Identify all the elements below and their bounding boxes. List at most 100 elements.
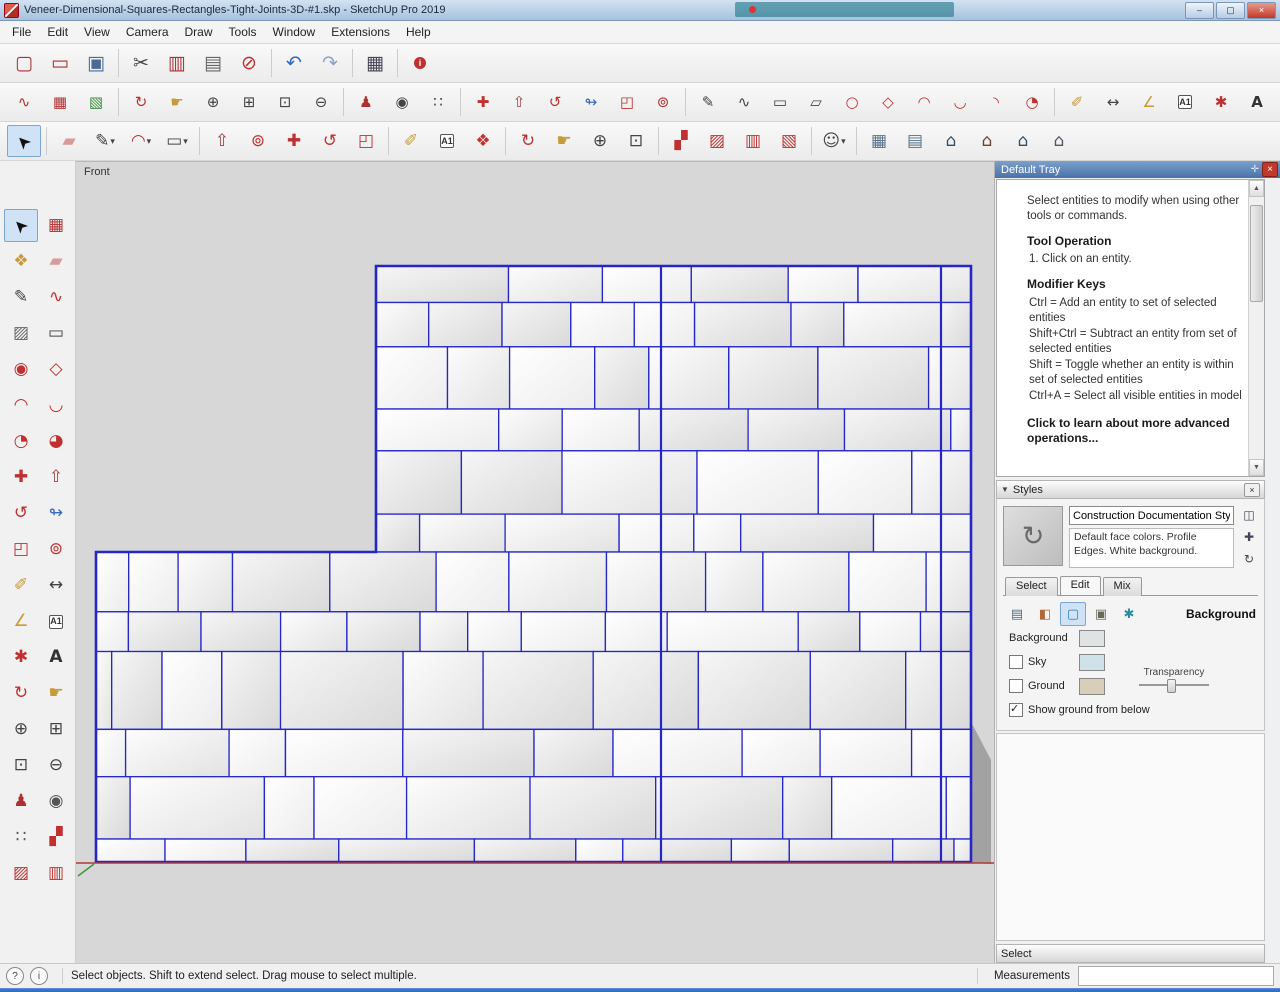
select-section-header[interactable]: Select (996, 944, 1265, 963)
menu-view[interactable]: View (76, 22, 118, 42)
arc[interactable]: ◠ (907, 86, 941, 118)
dropdown-caret-icon[interactable]: ▾ (147, 136, 152, 147)
edge-settings[interactable]: ▤ (1004, 602, 1030, 626)
scale[interactable]: ◰ (610, 86, 644, 118)
protractor[interactable]: ∠ (1132, 86, 1166, 118)
orbit[interactable]: ↻ (124, 86, 158, 118)
two-point-arc[interactable]: ◡ (39, 389, 73, 422)
two-point-arc[interactable]: ◡ (943, 86, 977, 118)
shed[interactable]: ⌂ (1042, 125, 1076, 157)
scale[interactable]: ◰ (4, 533, 38, 566)
style-name-input[interactable] (1069, 506, 1234, 525)
freehand[interactable]: ∿ (727, 86, 761, 118)
eraser[interactable]: ▰ (39, 245, 73, 278)
tab-mix[interactable]: Mix (1102, 577, 1142, 596)
section-plane[interactable]: ▞ (39, 821, 73, 854)
tab-select[interactable]: Select (1005, 577, 1058, 596)
push-pull[interactable]: ⇧ (205, 125, 239, 157)
previous-view[interactable]: ⊖ (304, 86, 338, 118)
section-display[interactable]: ▥ (736, 125, 770, 157)
position-camera[interactable]: ♟ (349, 86, 383, 118)
previous-view[interactable]: ⊖ (39, 749, 73, 782)
scale[interactable]: ◰ (349, 125, 383, 157)
section-cuts[interactable]: ▧ (772, 125, 806, 157)
section-fill[interactable]: ▨ (700, 125, 734, 157)
3d-text[interactable]: A (1240, 86, 1274, 118)
menu-help[interactable]: Help (398, 22, 439, 42)
pan[interactable]: ☛ (160, 86, 194, 118)
style-thumbnail[interactable]: ↻ (1003, 506, 1063, 566)
cut[interactable]: ✂ (124, 47, 158, 79)
open[interactable]: ▭ (43, 47, 77, 79)
tape-measure[interactable]: ✐ (394, 125, 428, 157)
home[interactable]: ⌂ (1006, 125, 1040, 157)
from-contours[interactable]: ▦ (43, 86, 77, 118)
user-account[interactable]: ☺ ▾ (817, 125, 851, 157)
section-display[interactable]: ▥ (39, 857, 73, 890)
print[interactable]: ▦ (358, 47, 392, 79)
pan[interactable]: ☛ (39, 677, 73, 710)
modeling-settings[interactable]: ✱ (1116, 602, 1142, 626)
circle[interactable]: ◉ (4, 353, 38, 386)
offset[interactable]: ⊚ (241, 125, 275, 157)
orbit[interactable]: ↻ (511, 125, 545, 157)
watermark-settings[interactable]: ▣ (1088, 602, 1114, 626)
scroll-down-icon[interactable]: ▼ (1249, 459, 1264, 476)
dropdown-caret-icon[interactable]: ▾ (183, 136, 188, 147)
orbit[interactable]: ↻ (4, 677, 38, 710)
follow-me[interactable]: ↬ (39, 497, 73, 530)
tape-measure[interactable]: ✐ (1060, 86, 1094, 118)
background-swatch[interactable] (1079, 629, 1105, 647)
help-icon[interactable]: ? (6, 967, 24, 985)
line[interactable]: ✎ (4, 281, 38, 314)
ground-swatch[interactable] (1079, 677, 1105, 695)
offset[interactable]: ⊚ (39, 533, 73, 566)
save[interactable]: ▣ (79, 47, 113, 79)
3d-text[interactable]: A (39, 641, 73, 674)
tape-measure[interactable]: ✐ (4, 569, 38, 602)
rectangle[interactable]: ▭ (763, 86, 797, 118)
section-plane[interactable]: ▞ (664, 125, 698, 157)
3d-warehouse[interactable]: ⌂ (934, 125, 968, 157)
select[interactable]: ➤ (4, 209, 38, 242)
update-style[interactable]: ↻ (1240, 550, 1259, 568)
dropdown-caret-icon[interactable]: ▾ (110, 136, 115, 147)
styles-close-button[interactable]: × (1244, 482, 1260, 497)
windows-taskbar[interactable] (0, 988, 1280, 992)
zoom[interactable]: ⊕ (196, 86, 230, 118)
copy[interactable]: ▥ (160, 47, 194, 79)
collapse-icon[interactable]: ▼ (1001, 485, 1009, 494)
look-around[interactable]: ◉ (39, 785, 73, 818)
pan[interactable]: ☛ (547, 125, 581, 157)
freehand-curve[interactable]: ∿ (7, 86, 41, 118)
show-ground-checkbox[interactable] (1009, 702, 1023, 717)
polygon[interactable]: ◇ (39, 353, 73, 386)
pie[interactable]: ◔ (1015, 86, 1049, 118)
new-document[interactable]: ▢ (7, 47, 41, 79)
extension-warehouse[interactable]: ⌂ (970, 125, 1004, 157)
walk[interactable]: ∷ (421, 86, 455, 118)
create-new-style[interactable]: ✚ (1240, 528, 1259, 546)
background-settings[interactable]: ▢ (1060, 602, 1086, 626)
zoom-extents[interactable]: ⊡ (619, 125, 653, 157)
instructor-scrollbar[interactable]: ▲ ▼ (1248, 180, 1264, 476)
paste[interactable]: ▤ (196, 47, 230, 79)
advanced-operations-link[interactable]: Click to learn about more advanced opera… (1027, 416, 1243, 446)
look-around[interactable]: ◉ (385, 86, 419, 118)
line[interactable]: ✎ (691, 86, 725, 118)
rectangle[interactable]: ▨ (4, 317, 38, 350)
dimension[interactable]: ↔ (39, 569, 73, 602)
model-viewport[interactable]: Front (76, 161, 994, 963)
tray-close-button[interactable]: × (1262, 162, 1278, 177)
rotated-rectangle[interactable]: ▱ (799, 86, 833, 118)
materials[interactable]: ▤ (898, 125, 932, 157)
three-point-arc[interactable]: ◝ (979, 86, 1013, 118)
pie[interactable]: ◔ (4, 425, 38, 458)
move[interactable]: ✚ (4, 461, 38, 494)
menu-tools[interactable]: Tools (221, 22, 265, 42)
line[interactable]: ✎ ▾ (88, 125, 122, 157)
text[interactable]: A1 (1168, 86, 1202, 118)
push-pull[interactable]: ⇧ (502, 86, 536, 118)
zoom[interactable]: ⊕ (583, 125, 617, 157)
move[interactable]: ✚ (466, 86, 500, 118)
